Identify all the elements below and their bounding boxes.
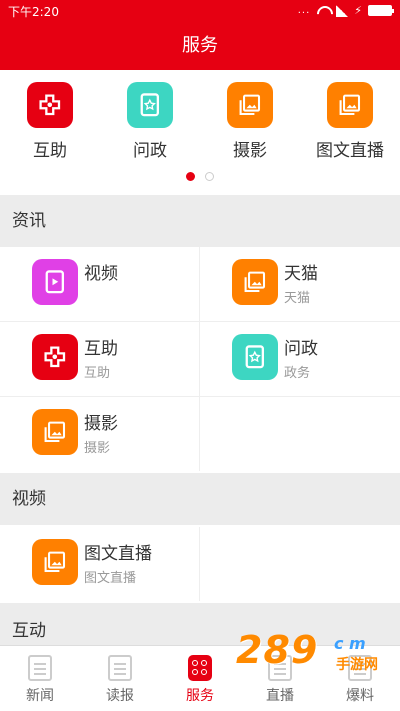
quick-action-mutual-help[interactable]: 互助: [0, 82, 100, 161]
service-item-title: 互助: [84, 339, 118, 359]
service-item-title: 问政: [284, 339, 318, 359]
tab-read-paper[interactable]: 读报: [80, 646, 160, 711]
service-item-subtitle: 摄影: [84, 441, 111, 456]
cross-icon: [32, 334, 78, 380]
tab-service[interactable]: 服务: [160, 646, 240, 711]
service-item-live-text[interactable]: 图文直播 图文直播: [0, 527, 200, 601]
charging-icon: ⚡: [354, 4, 362, 17]
service-item-subtitle: 政务: [284, 366, 311, 381]
service-item-photography[interactable]: 摄影 摄影: [0, 397, 200, 471]
column-divider: [199, 247, 200, 471]
service-item-title: 天猫: [284, 264, 318, 284]
page-dot-active[interactable]: [186, 172, 195, 181]
gallery-icon: [227, 82, 273, 128]
service-item-subtitle: 图文直播: [84, 571, 137, 586]
service-grid-icon: [188, 655, 212, 681]
play-doc-icon: [32, 259, 78, 305]
service-item-title: 图文直播: [84, 544, 152, 564]
tab-label: 读报: [106, 688, 134, 704]
service-item-subtitle: 天猫: [284, 291, 311, 306]
page-indicator: [0, 172, 400, 181]
service-item-subtitle: 互助: [84, 366, 111, 381]
status-time: 下午2:20: [8, 5, 59, 19]
battery-icon: [368, 5, 394, 16]
gallery-icon: [327, 82, 373, 128]
tab-news[interactable]: 新闻: [0, 646, 80, 711]
newspaper-icon: [28, 655, 52, 681]
signal-icon: [336, 4, 349, 17]
tab-label: 爆料: [346, 688, 374, 704]
service-item-mutual-help[interactable]: 互助 互助: [0, 322, 200, 396]
watermark-number: 289: [236, 628, 319, 672]
wifi-icon: [316, 5, 330, 17]
service-item-inquiry[interactable]: 问政 政务: [200, 322, 400, 396]
tab-label: 直播: [266, 688, 294, 704]
column-divider: [199, 527, 200, 601]
star-doc-icon: [127, 82, 173, 128]
service-item-video[interactable]: 视频: [0, 247, 200, 321]
status-icons: ... ⚡: [297, 4, 394, 17]
watermark-cn: 手游网: [336, 657, 378, 673]
quick-action-inquiry[interactable]: 问政: [100, 82, 200, 161]
service-item-tmall[interactable]: 天猫 天猫: [200, 247, 400, 321]
section-header-video: 视频: [0, 473, 400, 525]
gallery-icon: [32, 409, 78, 455]
tab-label: 服务: [186, 688, 214, 704]
page-title: 服务: [0, 22, 400, 70]
quick-action-label: 互助: [33, 141, 67, 161]
quick-action-label: 图文直播: [316, 141, 384, 161]
gallery-icon: [32, 539, 78, 585]
status-dots: ...: [297, 5, 311, 16]
watermark-logo: 289 c m 手游网: [236, 628, 386, 678]
tab-label: 新闻: [26, 688, 54, 704]
quick-actions: 互助 问政 摄影 图文直播: [0, 70, 400, 195]
cross-icon: [27, 82, 73, 128]
star-doc-icon: [232, 334, 278, 380]
service-item-title: 摄影: [84, 414, 118, 434]
watermark-suffix: c m: [334, 634, 366, 653]
quick-action-label: 摄影: [233, 141, 267, 161]
quick-action-live-text[interactable]: 图文直播: [300, 82, 400, 161]
quick-action-label: 问政: [133, 141, 167, 161]
service-item-title: 视频: [84, 264, 118, 284]
section-header-news: 资讯: [0, 195, 400, 247]
paper-icon: [108, 655, 132, 681]
page-dot[interactable]: [205, 172, 214, 181]
gallery-icon: [232, 259, 278, 305]
quick-action-photography[interactable]: 摄影: [200, 82, 300, 161]
status-bar: 下午2:20 ... ⚡: [0, 0, 400, 22]
